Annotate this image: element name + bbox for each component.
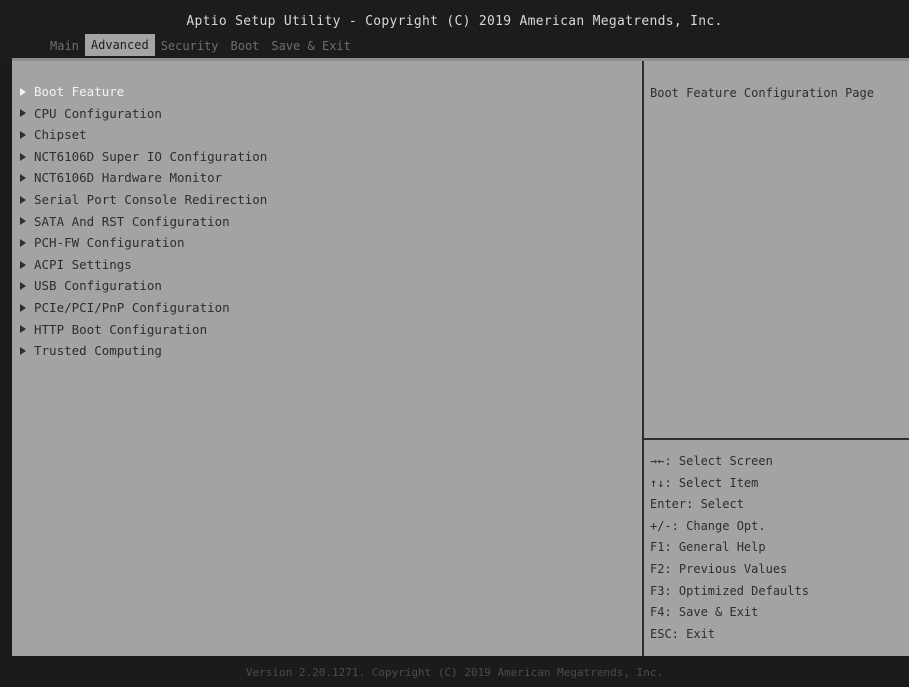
menu-item-label: Trusted Computing (34, 343, 162, 359)
tab-security[interactable]: Security (155, 36, 225, 56)
menu-item-pcie-pci-pnp-configuration[interactable]: PCIe/PCI/PnP Configuration (18, 297, 267, 319)
menu-item-label: HTTP Boot Configuration (34, 321, 208, 337)
menu-item-hardware-monitor[interactable]: NCT6106D Hardware Monitor (18, 167, 267, 189)
tab-bar: Main Advanced Security Boot Save & Exit (44, 34, 357, 56)
header-bar: Aptio Setup Utility - Copyright (C) 2019… (0, 0, 909, 58)
menu-item-label: USB Configuration (34, 278, 162, 294)
menu-item-boot-feature[interactable]: Boot Feature (18, 81, 267, 103)
menu-item-label: NCT6106D Hardware Monitor (34, 170, 223, 186)
menu-item-label: SATA And RST Configuration (34, 213, 230, 229)
submenu-arrow-icon (20, 303, 26, 312)
menu-pane: Boot Feature CPU Configuration Chipset N… (12, 61, 644, 656)
menu-item-usb-configuration[interactable]: USB Configuration (18, 275, 267, 297)
menu-item-http-boot-configuration[interactable]: HTTP Boot Configuration (18, 319, 267, 341)
menu-item-label: Boot Feature (34, 84, 125, 99)
key-hint-previous-values: F2: Previous Values (650, 561, 788, 576)
submenu-arrow-icon (20, 325, 26, 334)
menu-item-label: PCH-FW Configuration (34, 235, 185, 251)
main-panel: Boot Feature CPU Configuration Chipset N… (12, 58, 909, 656)
header-title: Aptio Setup Utility - Copyright (C) 2019… (186, 14, 723, 29)
version-text: Version 2.20.1271. Copyright (C) 2019 Am… (245, 666, 664, 679)
menu-item-serial-port-console-redirection[interactable]: Serial Port Console Redirection (18, 189, 267, 211)
key-hint-exit: ESC: Exit (650, 626, 716, 641)
submenu-arrow-icon (20, 195, 26, 204)
menu-item-chipset[interactable]: Chipset (18, 124, 267, 146)
submenu-arrow-icon (20, 109, 26, 118)
submenu-arrow-icon (20, 238, 26, 247)
tab-main[interactable]: Main (44, 36, 85, 56)
key-hint-optimized-defaults: F3: Optimized Defaults (650, 583, 809, 598)
tab-boot[interactable]: Boot (225, 36, 266, 56)
submenu-arrow-icon (20, 217, 26, 226)
menu-item-label: Chipset (34, 127, 87, 143)
help-pane: Boot Feature Configuration Page →←: Sele… (644, 61, 909, 656)
submenu-arrow-icon (20, 260, 26, 269)
menu-item-sata-rst-configuration[interactable]: SATA And RST Configuration (18, 211, 267, 233)
menu-item-label: NCT6106D Super IO Configuration (34, 148, 268, 164)
submenu-arrow-icon (20, 346, 26, 355)
submenu-arrow-icon (20, 130, 26, 139)
menu-item-acpi-settings[interactable]: ACPI Settings (18, 254, 267, 276)
menu-item-cpu-configuration[interactable]: CPU Configuration (18, 103, 267, 125)
key-legend: →←: Select Screen ↑↓: Select Item Enter:… (650, 451, 809, 645)
tab-save-exit[interactable]: Save & Exit (265, 36, 356, 56)
key-hint-enter: Enter: Select (650, 497, 744, 512)
help-divider (644, 438, 909, 440)
key-hint-select-item: ↑↓: Select Item (650, 475, 759, 490)
menu-item-super-io-configuration[interactable]: NCT6106D Super IO Configuration (18, 146, 267, 168)
bios-setup-screen: Aptio Setup Utility - Copyright (C) 2019… (0, 0, 909, 687)
key-hint-save-exit: F4: Save & Exit (650, 605, 759, 620)
menu-item-pch-fw-configuration[interactable]: PCH-FW Configuration (18, 232, 267, 254)
submenu-arrow-icon (20, 174, 26, 183)
submenu-arrow-icon (20, 152, 26, 161)
submenu-arrow-icon (20, 282, 26, 291)
key-hint-select-screen: →←: Select Screen (650, 454, 773, 468)
menu-list: Boot Feature CPU Configuration Chipset N… (18, 81, 267, 362)
menu-item-label: ACPI Settings (34, 256, 132, 272)
footer-bar: Version 2.20.1271. Copyright (C) 2019 Am… (0, 656, 909, 687)
menu-item-label: CPU Configuration (34, 105, 162, 121)
menu-item-label: Serial Port Console Redirection (34, 191, 268, 207)
key-hint-general-help: F1: General Help (650, 540, 766, 555)
key-hint-change-opt: +/-: Change Opt. (650, 518, 766, 533)
menu-item-trusted-computing[interactable]: Trusted Computing (18, 340, 267, 362)
tab-advanced[interactable]: Advanced (84, 34, 155, 56)
help-description: Boot Feature Configuration Page (650, 86, 874, 100)
menu-item-label: PCIe/PCI/PnP Configuration (34, 299, 230, 315)
submenu-arrow-icon (20, 87, 26, 96)
